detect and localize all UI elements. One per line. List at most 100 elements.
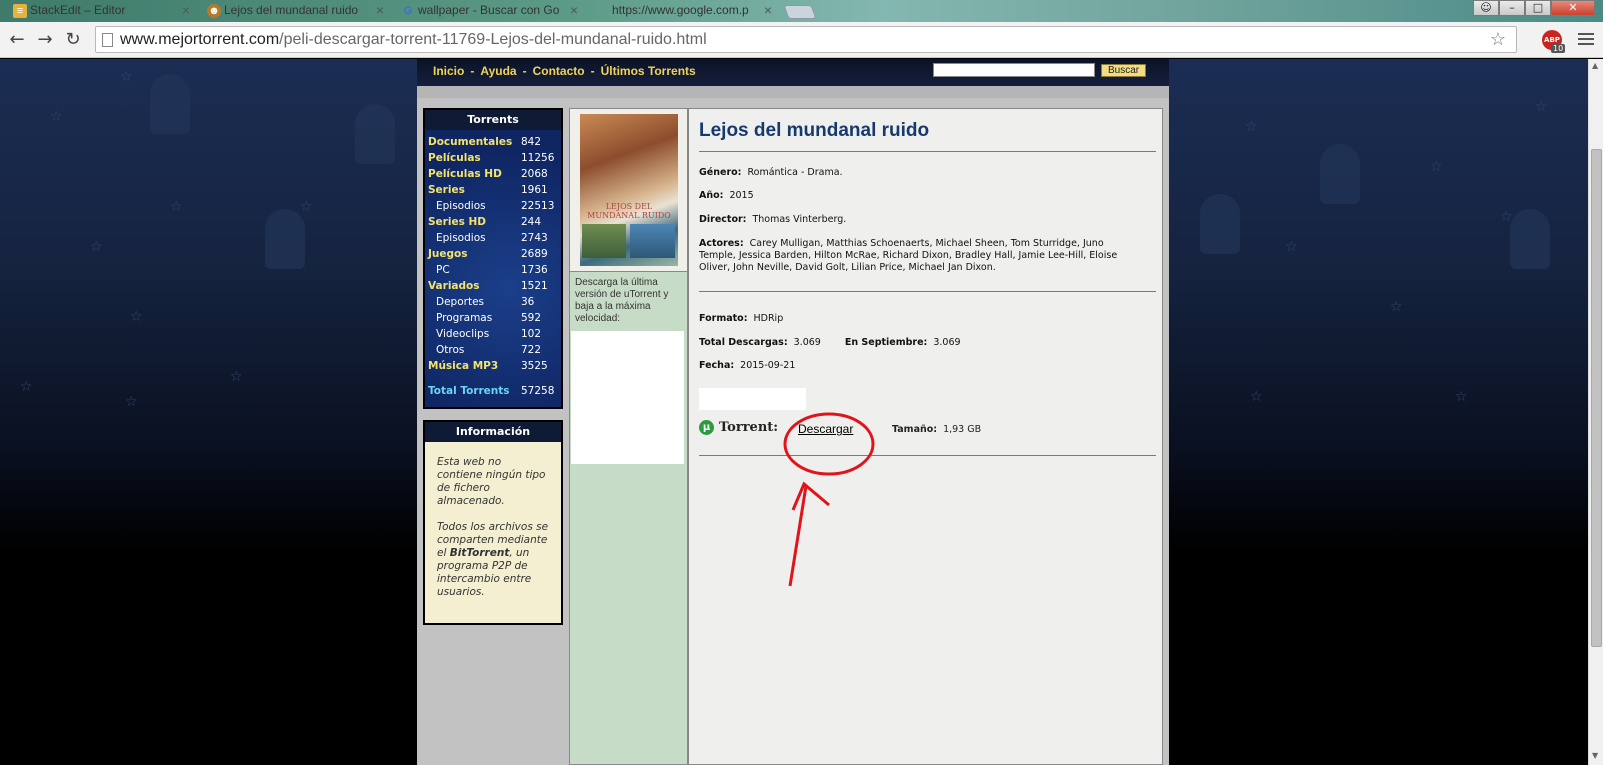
category-name: Juegos [428, 248, 468, 260]
adblock-count-badge: 10 [1551, 44, 1566, 53]
category-row[interactable]: Juegos 2689 [425, 246, 561, 262]
nav-links: Inicio - Ayuda - Contacto - Últimos Torrents [433, 64, 696, 78]
movie-details: Lejos del mundanal ruido Género: Romántic… [688, 108, 1163, 765]
category-name: PC [436, 264, 450, 276]
close-tab-icon[interactable]: × [376, 0, 384, 21]
close-window-icon[interactable]: ✕ [1551, 0, 1595, 16]
category-list: Documentales 842 Películas 11256 Películas H… [425, 130, 561, 374]
scroll-down-icon[interactable]: ▼ [1592, 751, 1598, 760]
nav-ayuda[interactable]: Ayuda [480, 64, 516, 78]
category-row[interactable]: Series 1961 [425, 182, 561, 198]
category-row[interactable]: Música MP3 3525 [425, 358, 561, 374]
tab-stackedit[interactable]: ≡ StackEdit – Editor × [8, 0, 196, 22]
category-row[interactable]: Películas HD 2068 [425, 166, 561, 182]
blank-box [699, 388, 806, 410]
google-icon: G [403, 5, 413, 17]
tab-strip: ≡ StackEdit – Editor × ☻ Lejos del munda… [0, 0, 1603, 22]
utorrent-promo-text: Descarga la última versión de uTorrent y… [575, 277, 669, 324]
search-button[interactable]: Buscar [1101, 64, 1147, 77]
category-row[interactable]: Deportes 36 [425, 294, 561, 310]
torrents-heading: Torrents [425, 110, 561, 130]
movie-title: Lejos del mundanal ruido [699, 120, 930, 141]
category-count: 22513 [521, 200, 555, 212]
url-path: /peli-descargar-torrent-11769-Lejos-del-… [279, 31, 707, 48]
category-row[interactable]: Películas 11256 [425, 150, 561, 166]
minimize-icon[interactable]: – [1499, 0, 1525, 16]
category-count: 1736 [521, 264, 548, 276]
close-tab-icon[interactable]: × [764, 0, 772, 21]
tab-google[interactable]: https://www.google.com.p × [590, 0, 778, 22]
category-row[interactable]: PC 1736 [425, 262, 561, 278]
user-icon[interactable]: ☺ [1473, 0, 1499, 16]
category-count: 2068 [521, 168, 548, 180]
total-torrents-count: 57258 [521, 385, 555, 397]
stackedit-icon: ≡ [13, 4, 27, 18]
category-count: 722 [521, 344, 542, 356]
actors-field: Actores: Carey Mulligan, Matthias Schoena… [699, 238, 1118, 273]
scroll-up-icon[interactable]: ▲ [1592, 61, 1598, 70]
forward-icon[interactable]: → [33, 28, 57, 52]
vertical-scrollbar[interactable]: ▲ ▼ [1588, 59, 1603, 765]
year-field: Año: 2015 [699, 190, 754, 201]
category-name: Videoclips [436, 328, 490, 340]
tab-label: https://www.google.com.p [612, 3, 749, 17]
category-count: 244 [521, 216, 542, 228]
category-name: Deportes [436, 296, 484, 308]
nav-ultimos-torrents[interactable]: Últimos Torrents [601, 64, 696, 78]
reload-icon[interactable]: ↻ [61, 28, 85, 52]
ad-slot [571, 331, 684, 464]
category-row[interactable]: Series HD 244 [425, 214, 561, 230]
back-icon[interactable]: ← [5, 28, 29, 52]
window-controls: ☺ – □ ✕ [1473, 0, 1595, 16]
site-search-input[interactable] [933, 63, 1095, 77]
poster-title: LEJOS DEL MUNDANAL RUIDO [587, 202, 671, 220]
category-name: Episodios [436, 232, 486, 244]
browser-toolbar: ← → ↻ www.mejortorrent.com/peli-descarga… [0, 22, 1603, 58]
movie-poster[interactable]: LEJOS DEL MUNDANAL RUIDO [570, 109, 687, 272]
menu-icon[interactable] [1578, 30, 1594, 46]
close-tab-icon[interactable]: × [182, 0, 190, 21]
category-row[interactable]: Episodios 2743 [425, 230, 561, 246]
torrents-panel: Torrents Documentales 842 Películas 11256 Pe… [423, 108, 563, 409]
category-count: 3525 [521, 360, 548, 372]
poster-column: LEJOS DEL MUNDANAL RUIDO Descarga la últ… [569, 108, 688, 765]
maximize-icon[interactable]: □ [1525, 0, 1551, 16]
info-text: Esta web no contiene ningún tipo de fich… [437, 456, 549, 598]
category-count: 2743 [521, 232, 548, 244]
torrent-label: Torrent: [719, 420, 779, 435]
genre-field: Género: Romántica - Drama. [699, 167, 843, 178]
download-link[interactable]: Descargar [798, 422, 853, 436]
torrent-row: µ Torrent: Descargar Tamaño: 1,93 GB [699, 418, 1139, 440]
format-field: Formato: HDRip [699, 313, 784, 324]
director-field: Director: Thomas Vinterberg. [699, 214, 847, 225]
category-row[interactable]: Videoclips 102 [425, 326, 561, 342]
category-name: Variados [428, 280, 480, 292]
nav-inicio[interactable]: Inicio [433, 64, 464, 78]
close-tab-icon[interactable]: × [570, 0, 578, 21]
category-row[interactable]: Otros 722 [425, 342, 561, 358]
scrollbar-thumb[interactable] [1591, 149, 1602, 647]
address-bar[interactable]: www.mejortorrent.com/peli-descargar-torr… [95, 26, 1517, 53]
category-count: 1521 [521, 280, 548, 292]
tab-google-search[interactable]: G wallpaper - Buscar con Go × [396, 0, 584, 22]
blank-icon [595, 4, 609, 18]
category-name: Series [428, 184, 465, 196]
category-count: 842 [521, 136, 542, 148]
top-navigation: Inicio - Ayuda - Contacto - Últimos Torrents B… [417, 59, 1169, 86]
new-tab-button[interactable] [783, 5, 817, 19]
total-torrents-row[interactable]: Total Torrents 57258 [425, 383, 561, 399]
category-name: Documentales [428, 136, 513, 148]
nav-contacto[interactable]: Contacto [533, 64, 585, 78]
category-row[interactable]: Episodios 22513 [425, 198, 561, 214]
category-row[interactable]: Programas 592 [425, 310, 561, 326]
utorrent-icon: µ [699, 420, 714, 435]
downloads-field: Total Descargas: 3.069 En Septiembre: 3.069 [699, 337, 961, 348]
category-row[interactable]: Documentales 842 [425, 134, 561, 150]
category-row[interactable]: Variados 1521 [425, 278, 561, 294]
category-name: Series HD [428, 216, 486, 228]
tab-lejos[interactable]: ☻ Lejos del mundanal ruido × [202, 0, 390, 22]
category-count: 11256 [521, 152, 555, 164]
category-count: 592 [521, 312, 542, 324]
category-name: Música MP3 [428, 360, 499, 372]
bookmark-star-icon[interactable]: ☆ [1490, 27, 1506, 52]
